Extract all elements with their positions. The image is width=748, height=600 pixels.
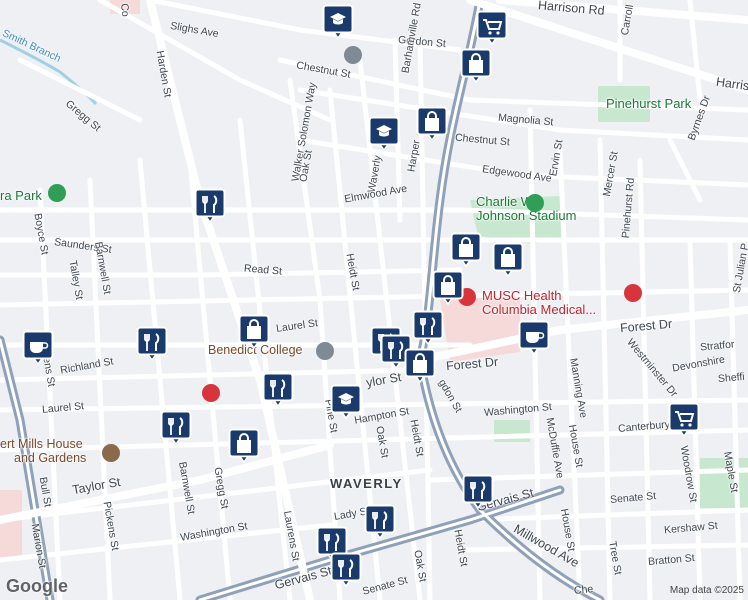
- hospital-label: Columbia Medical...: [482, 302, 597, 317]
- map-marker-cafe[interactable]: [22, 330, 54, 366]
- map-marker-shopping-bag[interactable]: [450, 232, 482, 268]
- map-marker-restaurant[interactable]: [194, 188, 226, 224]
- map-marker-shopping-bag[interactable]: [432, 270, 464, 306]
- map-marker-shopping-bag[interactable]: [228, 428, 260, 464]
- map-marker-shopping-bag[interactable]: [492, 242, 524, 278]
- neighborhood-label: WAVERLY: [330, 476, 403, 491]
- map-canvas[interactable]: Harrison Rd Harris Carroll Slighs Ave Go…: [0, 0, 748, 600]
- college-poi-icon[interactable]: [316, 342, 334, 360]
- hospital-label: MUSC Health: [482, 288, 562, 303]
- west-hospital-area: [0, 490, 22, 560]
- map-marker-shopping-bag[interactable]: [404, 348, 436, 384]
- map-marker-restaurant[interactable]: [136, 326, 168, 362]
- google-logo: Google: [6, 576, 68, 596]
- map-marker-restaurant[interactable]: [462, 474, 494, 510]
- street-label: Che: [573, 583, 594, 597]
- university-poi-icon[interactable]: [344, 46, 362, 64]
- map-marker-restaurant[interactable]: [160, 410, 192, 446]
- landmark-poi-icon[interactable]: [102, 444, 120, 462]
- park-label: Pinehurst Park: [606, 96, 692, 111]
- landmark-label: and Gardens: [14, 451, 87, 465]
- map-marker-restaurant[interactable]: [412, 310, 444, 346]
- map-marker-restaurant[interactable]: [364, 504, 396, 540]
- map-marker-school[interactable]: [330, 384, 362, 420]
- landmark-label: ert Mills House: [0, 437, 83, 451]
- map-marker-shopping-bag[interactable]: [460, 48, 492, 84]
- park-poi-icon[interactable]: [48, 184, 66, 202]
- stadium-label: Johnson Stadium: [476, 208, 577, 223]
- park-label: ra Park: [0, 188, 42, 203]
- street-label: Sheffi: [717, 370, 746, 386]
- stadium-poi-icon[interactable]: [526, 194, 544, 212]
- map-marker-grocery[interactable]: [668, 402, 700, 438]
- map-marker-school[interactable]: [322, 4, 354, 40]
- map-marker-shopping-bag[interactable]: [238, 314, 270, 350]
- map-attribution[interactable]: Map data ©2025: [670, 585, 744, 596]
- map-marker-restaurant[interactable]: [330, 552, 362, 588]
- street-label: Co: [118, 2, 132, 18]
- map-marker-restaurant[interactable]: [262, 372, 294, 408]
- map-marker-shopping-bag[interactable]: [416, 106, 448, 142]
- hospital-poi-icon[interactable]: [624, 284, 642, 302]
- hospital-poi-icon[interactable]: [202, 384, 220, 402]
- map-marker-school[interactable]: [368, 116, 400, 152]
- map-marker-cafe[interactable]: [518, 320, 550, 356]
- map-marker-grocery[interactable]: [476, 10, 508, 46]
